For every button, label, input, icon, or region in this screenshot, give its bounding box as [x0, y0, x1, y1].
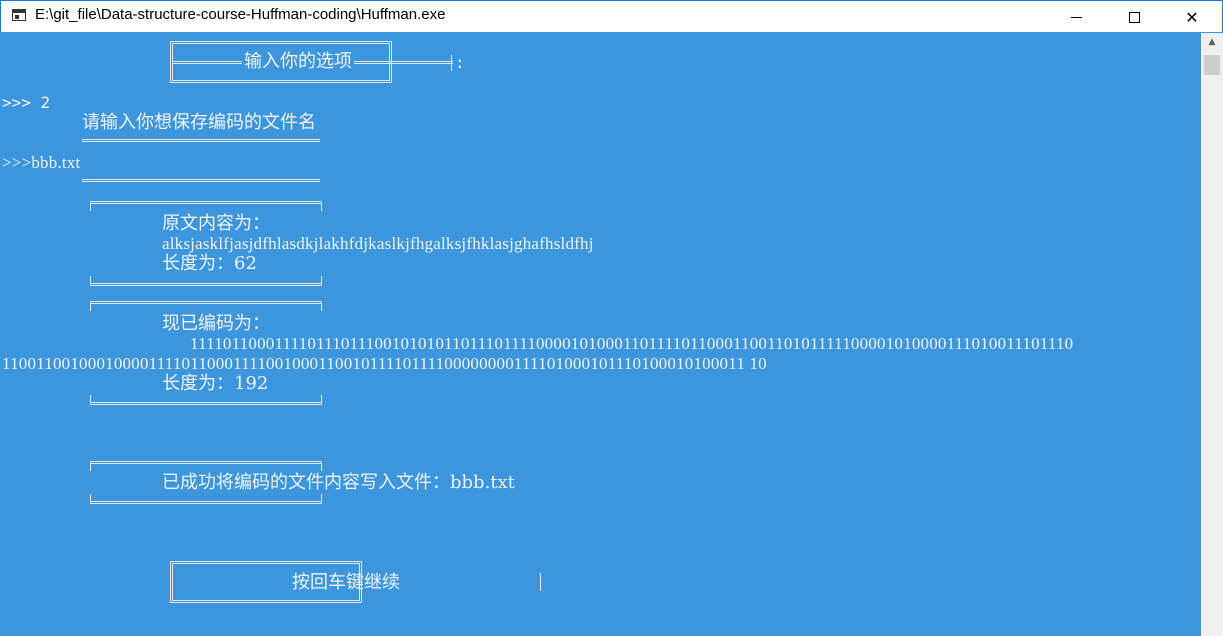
encoded-block-top [90, 301, 322, 311]
success-block-bottom [90, 494, 322, 504]
encoded-line-1: 1111011000111101110111001010101101110111… [190, 334, 1074, 353]
menu-colon: : [455, 53, 465, 72]
vertical-scrollbar[interactable]: ▲ [1201, 33, 1223, 636]
menu-header-tick [451, 55, 452, 71]
original-length: 长度为：62 [162, 253, 257, 274]
continue-prompt: 按回车键继续 [292, 572, 400, 593]
original-content: alksjasklfjasjdfhlasdkjlakhfdjkaslkjfhga… [162, 234, 594, 253]
encoded-block-bottom [90, 395, 322, 405]
original-block-bottom [90, 276, 322, 286]
close-icon: ✕ [1185, 7, 1199, 27]
encoded-label: 现已编码为： [162, 313, 270, 334]
menu-header-text: 输入你的选项 [242, 51, 354, 72]
text-cursor [540, 573, 541, 591]
minimize-button[interactable] [1047, 1, 1105, 33]
encoded-line-2: 1100110010001000011110110001111001000110… [2, 354, 767, 373]
scroll-thumb[interactable] [1204, 55, 1220, 75]
scroll-up-arrow-icon[interactable]: ▲ [1201, 33, 1223, 51]
title-bar[interactable]: E:\git_file\Data-structure-course-Huffma… [0, 0, 1223, 32]
filename-prompt: 请输入你想保存编码的文件名 [82, 112, 316, 133]
maximize-icon [1128, 11, 1140, 23]
console-output[interactable]: 输入你的选项 : >>> 2 请输入你想保存编码的文件名 >>>bbb.txt … [0, 33, 1201, 636]
minimize-icon [1070, 16, 1082, 18]
filename-input-rule [82, 179, 320, 182]
filename-prompt-rule [82, 139, 320, 142]
close-button[interactable]: ✕ [1163, 1, 1221, 33]
original-block-top [90, 201, 322, 211]
window-title: E:\git_file\Data-structure-course-Huffma… [35, 6, 446, 23]
maximize-button[interactable] [1105, 1, 1163, 33]
original-label: 原文内容为： [162, 213, 270, 234]
console-app-icon [12, 9, 26, 21]
filename-input: >>>bbb.txt [2, 153, 81, 172]
success-block-top [90, 461, 322, 471]
encoded-length: 长度为：192 [162, 373, 269, 394]
success-message: 已成功将编码的文件内容写入文件：bbb.txt [162, 472, 515, 493]
prompt-choice: >>> 2 [2, 93, 51, 112]
